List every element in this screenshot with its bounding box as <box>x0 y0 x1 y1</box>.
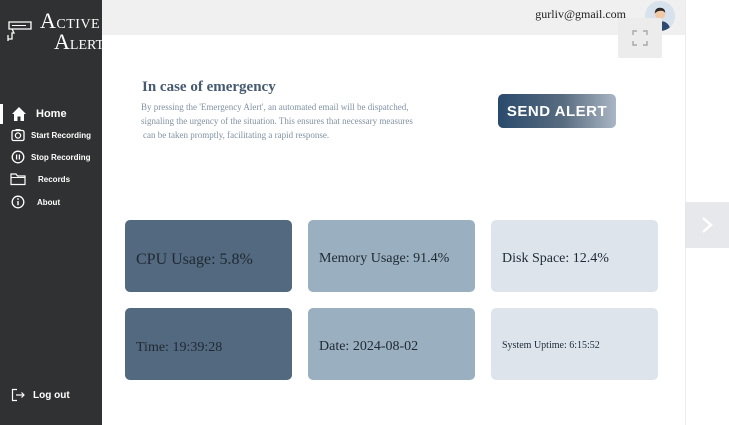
logout-button[interactable]: Log out <box>0 387 102 403</box>
logo-wordmark: ACTIVE ALERT <box>40 8 105 54</box>
sidebar-item-label: Start Recording <box>31 130 92 140</box>
camera-icon <box>10 127 26 143</box>
sidebar-item-records[interactable]: Records <box>0 171 102 187</box>
home-icon <box>10 105 28 123</box>
fullscreen-button[interactable] <box>618 18 662 58</box>
sidebar-item-home[interactable]: Home <box>0 104 102 124</box>
disk-space-card: Disk Space: 12.4% <box>491 220 658 292</box>
send-alert-button[interactable]: SEND ALERT <box>498 94 616 128</box>
folder-icon <box>10 171 26 187</box>
sidebar-item-stop-recording[interactable]: Stop Recording <box>0 149 102 165</box>
emergency-title: In case of emergency <box>142 79 276 95</box>
cctv-camera-icon <box>7 21 32 41</box>
sidebar: ACTIVE ALERT Home Start Recording Stop R… <box>0 0 104 425</box>
next-page-button[interactable] <box>685 202 729 248</box>
pause-icon <box>10 149 26 165</box>
app-logo: ACTIVE ALERT <box>6 10 104 53</box>
sidebar-item-label: Stop Recording <box>31 152 91 162</box>
memory-usage-card: Memory Usage: 91.4% <box>308 220 475 292</box>
fullscreen-icon <box>632 30 648 46</box>
sidebar-item-start-recording[interactable]: Start Recording <box>0 127 102 143</box>
sidebar-item-label: Home <box>36 108 67 120</box>
system-uptime-card: System Uptime: 6:15:52 <box>491 308 658 380</box>
time-card: Time: 19:39:28 <box>125 308 292 380</box>
chevron-right-icon <box>702 217 713 233</box>
logout-icon <box>10 387 26 403</box>
emergency-description: By pressing the 'Emergency Alert', an au… <box>141 102 413 140</box>
info-icon <box>10 194 26 210</box>
sidebar-item-about[interactable]: About <box>0 194 102 210</box>
date-card: Date: 2024-08-02 <box>308 308 475 380</box>
user-email: gurliv@gmail.com <box>535 7 626 21</box>
sidebar-item-label: About <box>37 197 61 207</box>
sidebar-item-label: Records <box>38 174 71 184</box>
top-header: gurliv@gmail.com <box>102 0 685 35</box>
logout-label: Log out <box>33 389 70 401</box>
cpu-usage-card: CPU Usage: 5.8% <box>125 220 292 292</box>
